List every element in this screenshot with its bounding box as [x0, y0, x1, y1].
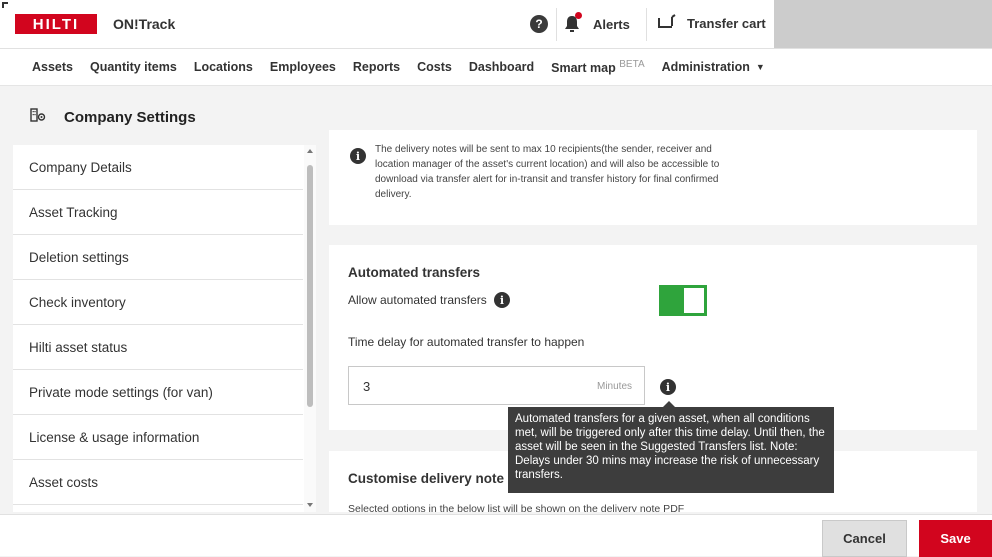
time-delay-value: 3: [363, 379, 371, 394]
window-corner-mark: [2, 2, 8, 8]
cancel-button[interactable]: Cancel: [822, 520, 907, 557]
nav-quantity-items[interactable]: Quantity items: [90, 60, 177, 74]
time-delay-label: Time delay for automated transfer to hap…: [348, 335, 585, 349]
top-bar: HILTI ON!Track ? Alerts Transfer cart: [0, 0, 992, 49]
nav-assets[interactable]: Assets: [32, 60, 73, 74]
alerts-label: Alerts: [593, 16, 630, 32]
nav-dashboard[interactable]: Dashboard: [469, 60, 534, 74]
sidebar-scrollbar[interactable]: [304, 145, 316, 512]
bell-icon: [563, 12, 582, 34]
automated-transfers-title: Automated transfers: [348, 265, 481, 280]
nav-reports[interactable]: Reports: [353, 60, 400, 74]
main-nav: Assets Quantity items Locations Employee…: [0, 49, 992, 86]
sidebar-item-hilti-asset-status[interactable]: Hilti asset status: [13, 325, 303, 370]
toggle-knob: [684, 288, 704, 313]
chevron-down-icon: ▼: [755, 62, 765, 72]
save-button[interactable]: Save: [919, 520, 992, 557]
allow-automated-transfers-label: Allow automated transfers: [348, 293, 487, 307]
nav-smart-map-label: Smart map: [551, 61, 616, 76]
customise-delivery-subtext: Selected options in the below list will …: [348, 503, 685, 512]
cart-icon: [656, 14, 676, 28]
delivery-note-info-text: The delivery notes will be sent to max 1…: [375, 144, 720, 200]
transfer-cart-label: Transfer cart: [687, 15, 766, 31]
company-settings-icon: [30, 108, 46, 122]
transfer-cart-button[interactable]: Transfer cart: [655, 14, 766, 32]
nav-administration-label: Administration: [661, 60, 750, 74]
delivery-note-card: i The delivery notes will be sent to max…: [329, 130, 977, 225]
scroll-up-arrow-icon[interactable]: [307, 149, 313, 153]
app-name: ON!Track: [113, 16, 176, 32]
divider: [556, 8, 557, 41]
time-delay-info-icon[interactable]: i: [660, 379, 676, 395]
allow-automated-transfers-toggle[interactable]: [659, 285, 707, 316]
sidebar-item-asset-tracking[interactable]: Asset Tracking: [13, 190, 303, 235]
sidebar-item-asset-costs[interactable]: Asset costs: [13, 460, 303, 505]
nav-smart-map[interactable]: Smart map BETA: [551, 59, 644, 75]
hilti-logo[interactable]: HILTI: [15, 14, 97, 34]
customise-delivery-title: Customise delivery note la: [348, 471, 520, 486]
beta-badge: BETA: [619, 58, 645, 70]
info-icon: i: [350, 148, 366, 164]
nav-locations[interactable]: Locations: [194, 60, 253, 74]
allow-transfers-info-icon[interactable]: i: [494, 292, 510, 308]
logo-text: HILTI: [32, 15, 80, 33]
sidebar-item-license-usage[interactable]: License & usage information: [13, 415, 303, 460]
alerts-button[interactable]: Alerts: [563, 9, 630, 39]
scroll-down-arrow-icon[interactable]: [307, 503, 313, 507]
settings-sidebar: Company Details Asset Tracking Deletion …: [13, 145, 316, 512]
sidebar-item-private-mode[interactable]: Private mode settings (for van): [13, 370, 303, 415]
page-title: Company Settings: [64, 109, 196, 126]
time-delay-tooltip: Automated transfers for a given asset, w…: [508, 407, 834, 493]
nav-employees[interactable]: Employees: [270, 60, 336, 74]
sidebar-item-check-inventory[interactable]: Check inventory: [13, 280, 303, 325]
user-account-area[interactable]: [774, 0, 992, 48]
footer-bar: Cancel Save: [0, 514, 992, 557]
help-icon[interactable]: ?: [530, 15, 548, 33]
sidebar-item-company-details[interactable]: Company Details: [13, 145, 303, 190]
automated-transfers-card: Automated transfers Allow automated tran…: [329, 245, 977, 430]
nav-administration[interactable]: Administration ▼: [662, 60, 765, 74]
sidebar-item-deletion-settings[interactable]: Deletion settings: [13, 235, 303, 280]
divider: [646, 8, 647, 41]
scroll-thumb[interactable]: [307, 165, 313, 407]
nav-costs[interactable]: Costs: [417, 60, 452, 74]
time-delay-input[interactable]: 3 Minutes: [348, 366, 645, 405]
time-delay-unit: Minutes: [596, 381, 632, 392]
alert-indicator: [575, 12, 582, 19]
